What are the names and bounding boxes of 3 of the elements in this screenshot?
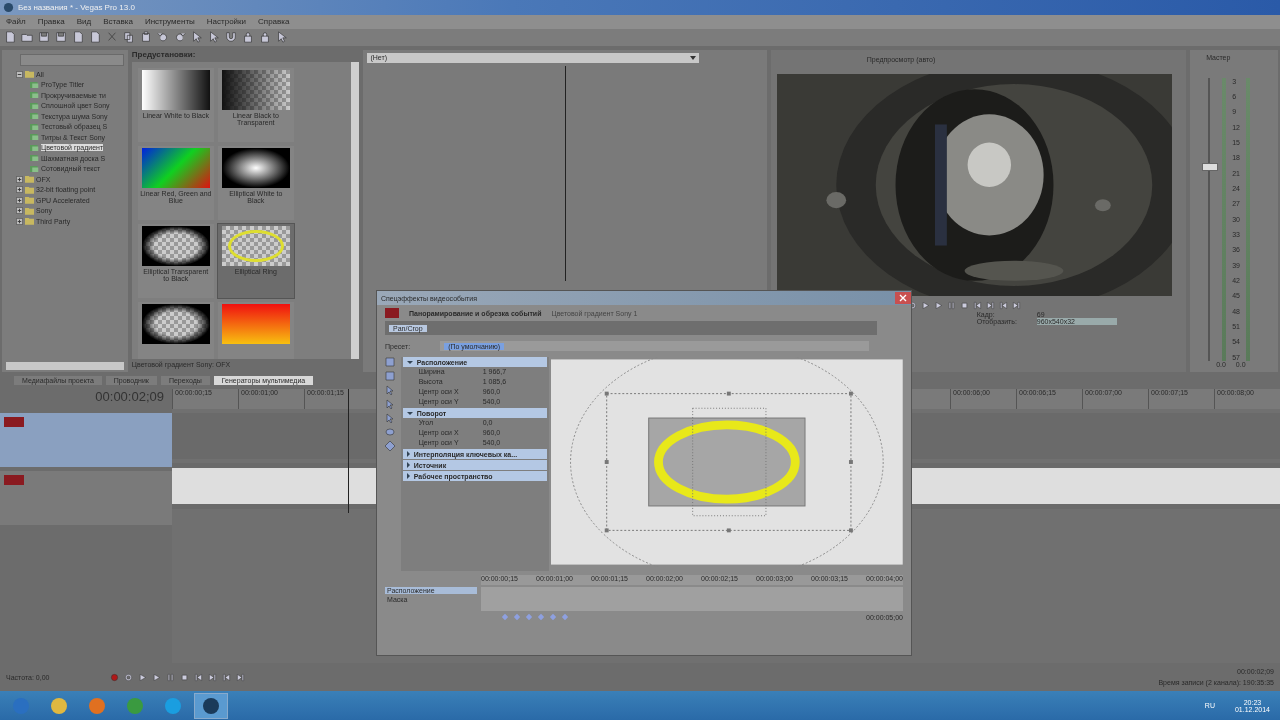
window-title: Без названия * - Vegas Pro 13.0 [18,3,135,13]
timecode: 00:00:02;09 [94,388,165,406]
panel-title: Предустановки: [131,49,197,61]
